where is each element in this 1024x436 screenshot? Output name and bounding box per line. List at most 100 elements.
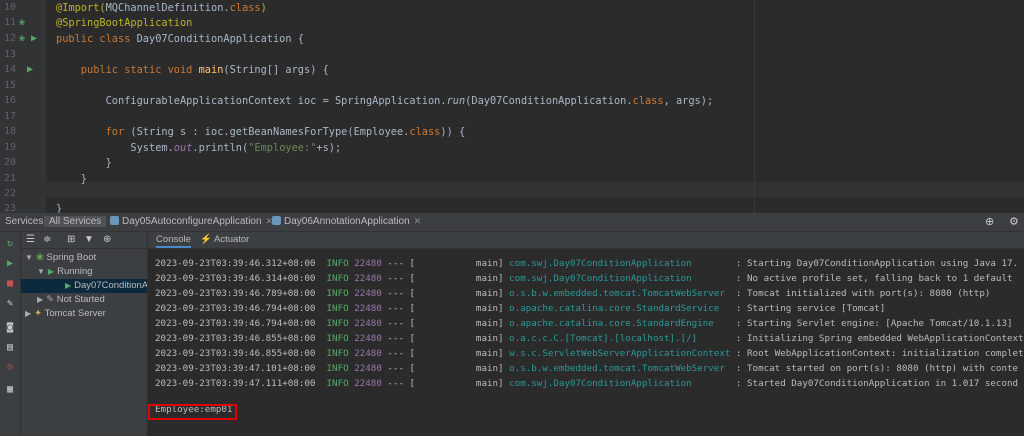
run-icon: ▶ <box>47 267 55 276</box>
log-separator: : <box>730 378 747 389</box>
keyword: public static void <box>56 64 199 76</box>
static-method: run <box>446 95 466 107</box>
log-separator: ] <box>498 288 510 299</box>
group-icon[interactable]: ⊞ <box>67 234 75 245</box>
line-number: 22 <box>3 188 16 199</box>
tree-item-running[interactable]: ▼ ▶ Running <box>37 265 92 279</box>
log-timestamp: 2023-09-23T03:39:46.855+08:00 <box>155 333 316 344</box>
code-line-18: for (String s : ioc.getBeanNamesForType(… <box>56 126 466 138</box>
log-separator <box>315 303 326 314</box>
log-logger: com.swj.Day07ConditionApplication <box>509 273 731 284</box>
log-separator: --- [ <box>381 258 416 269</box>
tree-item-tomcat[interactable]: ▶ ✦ Tomcat Server <box>25 307 106 321</box>
wrench-icon[interactable]: ✎ <box>4 298 16 310</box>
rerun-icon[interactable]: ↻ <box>4 238 16 250</box>
line-number: 12 <box>3 33 16 44</box>
log-separator: --- [ <box>381 288 416 299</box>
log-thread: main <box>415 348 499 359</box>
log-thread: main <box>415 378 499 389</box>
log-pid: 22480 <box>354 288 382 299</box>
log-separator: --- [ <box>381 273 416 284</box>
log-separator <box>315 378 326 389</box>
code-text: , args); <box>663 95 714 107</box>
gear-icon[interactable]: ⚙ <box>1009 215 1019 228</box>
tree-label: Tomcat Server <box>44 308 106 319</box>
close-icon[interactable]: ✕ <box>414 216 422 226</box>
log-pid: 22480 <box>354 363 382 374</box>
globe-icon[interactable]: ⊕ <box>985 215 994 228</box>
line-number: 19 <box>3 142 16 153</box>
log-separator: --- [ <box>381 378 416 389</box>
collapse-all-icon[interactable]: ≑ <box>43 234 51 245</box>
camera-icon[interactable]: ◙ <box>4 322 16 334</box>
log-line: 2023-09-23T03:39:46.312+08:00 INFO 22480… <box>155 258 1018 269</box>
tab-all-services[interactable]: All Services <box>44 216 107 227</box>
layout-icon[interactable]: ▤ <box>4 342 16 354</box>
run-icon: ▶ <box>65 281 72 290</box>
stop-icon[interactable]: ■ <box>4 278 16 290</box>
filter-icon[interactable]: ▼ <box>84 234 94 245</box>
log-separator <box>315 333 326 344</box>
tab-console[interactable]: Console <box>156 234 191 248</box>
log-thread: main <box>415 303 499 314</box>
spring-bean-icon[interactable]: ❀ <box>19 17 25 29</box>
actuator-icon: ⚡ <box>200 234 212 245</box>
tree-item-spring-boot[interactable]: ▼ ❀ Spring Boot <box>25 251 96 265</box>
run-icon[interactable]: ▶ <box>4 258 16 270</box>
tree-item-not-started[interactable]: ▶ ✎ Not Started <box>37 293 105 307</box>
services-panel: Services: All Services Day05Autoconfigur… <box>0 213 1024 436</box>
log-separator: : <box>730 333 747 344</box>
log-separator: : <box>730 303 747 314</box>
services-label: Services: <box>5 216 47 227</box>
code-text: )) { <box>440 126 466 138</box>
method-name: main <box>198 64 224 76</box>
log-level: INFO <box>326 258 349 269</box>
log-thread: main <box>415 333 499 344</box>
spring-bean-icon[interactable]: ❀ <box>19 33 25 45</box>
code-line-19: System.out.println("Employee:"+s); <box>56 142 341 154</box>
tab-label: Actuator <box>213 234 250 245</box>
log-separator: ] <box>498 318 510 329</box>
services-toolbar: ↻ ▶ ■ ✎ ◙ ▤ ⎋ ▦ <box>0 232 21 436</box>
code-line-10: @Import(MQChannelDefinition.class) <box>56 2 267 14</box>
run-gutter-icon[interactable]: ▶ <box>27 64 33 76</box>
log-level: INFO <box>326 318 349 329</box>
exit-icon[interactable]: ⎋ <box>4 362 16 374</box>
log-message: Starting Servlet engine: [Apache Tomcat/… <box>747 318 1013 329</box>
line-number: 11 <box>3 17 16 28</box>
line-number: 21 <box>3 173 16 184</box>
log-level: INFO <box>326 363 349 374</box>
tab-actuator[interactable]: ⚡ Actuator <box>200 234 249 245</box>
log-level: INFO <box>326 303 349 314</box>
code-line-12: public class Day07ConditionApplication { <box>56 33 304 45</box>
string-literal: "Employee:" <box>248 142 317 154</box>
log-logger: w.s.c.ServletWebServerApplicationContext <box>509 348 731 359</box>
static-field: out <box>173 142 193 154</box>
tree-item-day07[interactable]: ▶Day07ConditionApplication <box>21 279 147 293</box>
tomcat-icon: ✦ <box>34 308 43 319</box>
log-separator <box>315 363 326 374</box>
code-text: ConfigurableApplicationContext ioc = Spr… <box>56 95 447 107</box>
code-editor[interactable]: 10 11 12 13 14 15 16 17 18 19 20 21 22 2… <box>0 0 1024 215</box>
code-text: System. <box>56 142 174 154</box>
log-thread: main <box>415 288 499 299</box>
add-service-icon[interactable]: ⊕ <box>103 234 111 245</box>
log-separator: --- [ <box>381 303 416 314</box>
log-separator <box>315 348 326 359</box>
log-pid: 22480 <box>354 333 382 344</box>
log-message: Initializing Spring embedded WebApplicat… <box>747 333 1024 344</box>
tab-day06[interactable]: Day06AnnotationApplication ✕ <box>272 216 421 227</box>
log-pid: 22480 <box>354 378 382 389</box>
expand-all-icon[interactable]: ☰ <box>26 234 35 245</box>
tab-day05[interactable]: Day05AutoconfigureApplication ✕ <box>110 216 273 227</box>
run-gutter-icon[interactable]: ▶ <box>31 33 37 45</box>
log-line: 2023-09-23T03:39:46.855+08:00 INFO 22480… <box>155 333 1024 344</box>
chevron-down-icon: ▼ <box>25 253 33 262</box>
code-area[interactable]: @Import(MQChannelDefinition.class) @Spri… <box>46 0 1024 215</box>
console-panel[interactable]: Console ⚡ Actuator 2023-09-23T03:39:46.3… <box>148 232 1024 436</box>
grid-icon[interactable]: ▦ <box>4 384 16 396</box>
log-thread: main <box>415 318 499 329</box>
line-number: 15 <box>3 80 16 91</box>
log-thread: main <box>415 273 499 284</box>
tree-toolbar: ☰ ≑ ⊞ ▼ ⊕ <box>21 232 147 249</box>
